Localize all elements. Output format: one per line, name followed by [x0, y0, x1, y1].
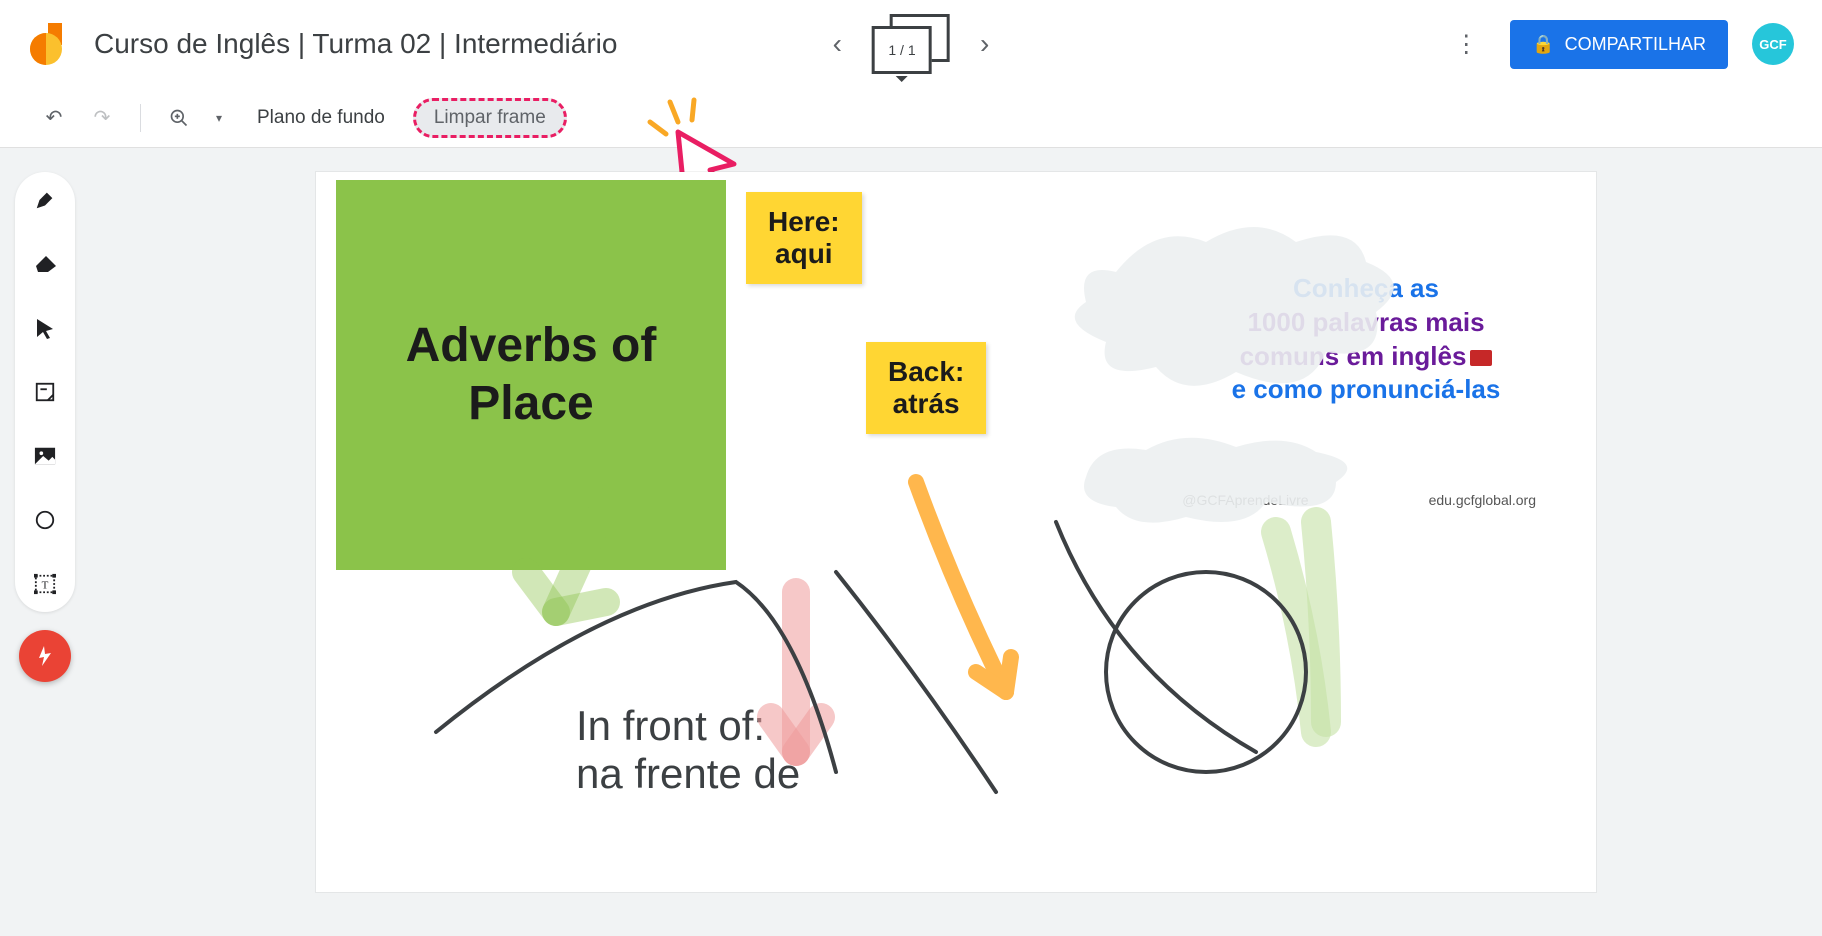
- zoom-dropdown[interactable]: ▾: [209, 100, 229, 136]
- frame-counter: 1 / 1: [872, 26, 932, 74]
- frame-navigator: ‹ 1 / 1 ›: [823, 14, 1000, 74]
- note-here-line2: aqui: [775, 238, 833, 269]
- whiteboard-canvas[interactable]: Adverbs of Place Here: aqui Back: atrás …: [316, 172, 1596, 892]
- side-toolbar: T: [0, 148, 90, 936]
- laser-pointer-fab[interactable]: [19, 630, 71, 682]
- infront-line2: na frente de: [576, 750, 800, 797]
- shape-tool[interactable]: [31, 506, 59, 534]
- flag-icon: [1470, 350, 1492, 366]
- document-title[interactable]: Curso de Inglês | Turma 02 | Intermediár…: [94, 28, 617, 60]
- promo-line1: Conheça as: [1293, 273, 1439, 303]
- more-options-button[interactable]: ⋮: [1446, 22, 1486, 67]
- toolbar: ↶ ↷ ▾ Plano de fundo Limpar frame: [0, 88, 1822, 148]
- promo-footer: @GCFAprendeLivre edu.gcfglobal.org: [1182, 492, 1536, 508]
- zoom-button[interactable]: [161, 100, 197, 136]
- frame-indicator[interactable]: 1 / 1: [872, 14, 950, 74]
- promo-line3: comuns em inglês: [1240, 341, 1467, 371]
- canvas-viewport: Adverbs of Place Here: aqui Back: atrás …: [90, 148, 1822, 936]
- note-here-line1: Here:: [768, 206, 840, 237]
- clear-frame-button[interactable]: Limpar frame: [413, 98, 567, 138]
- tool-palette: T: [15, 172, 75, 612]
- promo-url: edu.gcfglobal.org: [1429, 492, 1536, 508]
- sticky-note-tool[interactable]: [31, 378, 59, 406]
- text-box-tool[interactable]: T: [31, 570, 59, 598]
- lock-icon: 🔒: [1532, 34, 1554, 55]
- next-frame-button[interactable]: ›: [970, 22, 999, 66]
- redo-button[interactable]: ↷: [84, 100, 120, 136]
- sticky-note-here[interactable]: Here: aqui: [746, 192, 862, 284]
- select-tool[interactable]: [31, 314, 59, 342]
- infront-text[interactable]: In front of: na frente de: [576, 702, 800, 798]
- svg-text:T: T: [42, 580, 49, 592]
- infront-line1: In front of:: [576, 702, 765, 749]
- note-back-line1: Back:: [888, 356, 964, 387]
- promo-line2: 1000 palavras mais: [1247, 307, 1484, 337]
- toolbar-separator: [140, 104, 141, 132]
- app-logo: [28, 23, 70, 65]
- content-area: T Adverbs of Place Here: aqui Back: atrá…: [0, 148, 1822, 936]
- share-label: COMPARTILHAR: [1565, 34, 1706, 55]
- promo-line4: e como pronunciá-las: [1232, 374, 1501, 404]
- user-avatar[interactable]: GCF: [1752, 23, 1794, 65]
- background-button[interactable]: Plano de fundo: [241, 99, 401, 137]
- header-bar: Curso de Inglês | Turma 02 | Intermediár…: [0, 0, 1822, 88]
- promo-handle: @GCFAprendeLivre: [1182, 492, 1308, 508]
- note-back-line2: atrás: [893, 388, 960, 419]
- eraser-tool[interactable]: [31, 250, 59, 278]
- image-tool[interactable]: [31, 442, 59, 470]
- share-button[interactable]: 🔒 COMPARTILHAR: [1510, 20, 1728, 69]
- undo-button[interactable]: ↶: [36, 100, 72, 136]
- title-card[interactable]: Adverbs of Place: [336, 180, 726, 570]
- prev-frame-button[interactable]: ‹: [823, 22, 852, 66]
- promo-text[interactable]: Conheça as 1000 palavras mais comuns em …: [1176, 272, 1556, 407]
- pen-tool[interactable]: [31, 186, 59, 214]
- sticky-note-back[interactable]: Back: atrás: [866, 342, 986, 434]
